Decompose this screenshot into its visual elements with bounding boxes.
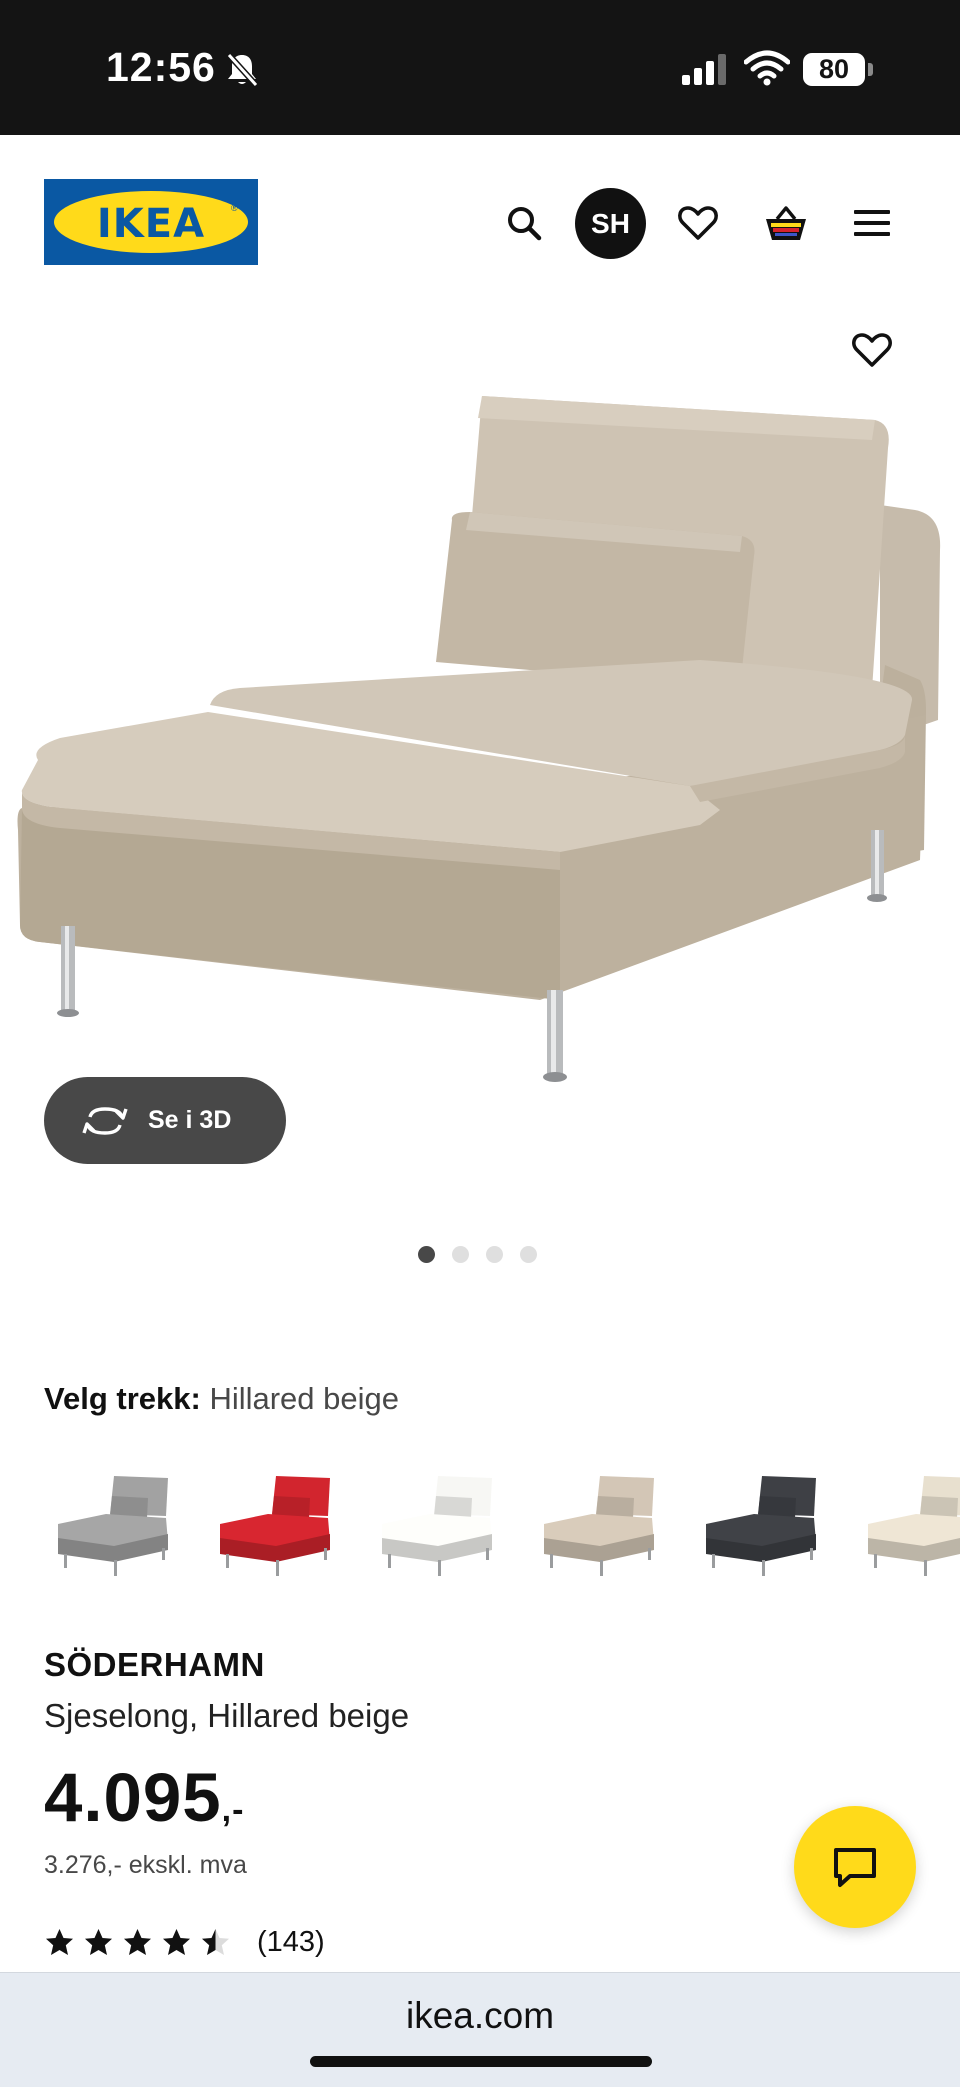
product-price: 4.095,- xyxy=(44,1758,244,1850)
logo-wordmark: IKEA xyxy=(96,201,206,247)
signal-icon xyxy=(682,54,726,85)
price-excl-vat: 3.276,- ekskl. mva xyxy=(44,1851,247,1879)
favourites-button[interactable] xyxy=(664,189,732,257)
avatar[interactable]: SH xyxy=(575,188,646,259)
product-rating[interactable]: (143) xyxy=(44,1924,325,1960)
star-icon xyxy=(85,1928,112,1955)
carousel-dot[interactable] xyxy=(452,1246,469,1263)
star-icon xyxy=(163,1928,190,1955)
registered-mark: ® xyxy=(231,203,238,213)
variant-swatches xyxy=(44,1454,960,1584)
variant-swatch-white[interactable] xyxy=(368,1454,506,1584)
battery-icon: 80 xyxy=(803,53,865,86)
home-indicator[interactable] xyxy=(310,2056,652,2067)
basket-icon xyxy=(766,206,806,240)
carousel-dot[interactable] xyxy=(418,1246,435,1263)
menu-icon xyxy=(854,210,890,236)
view-3d-button[interactable]: Se i 3D xyxy=(44,1077,286,1164)
image-carousel-dots xyxy=(418,1246,537,1264)
product-description: Sjeselong, Hillared beige xyxy=(44,1697,410,1734)
variant-swatch-grey[interactable] xyxy=(44,1454,182,1584)
variant-selector-label: Velg trekk: Hillared beige xyxy=(44,1381,399,1417)
variant-swatch-light-beige[interactable] xyxy=(854,1454,960,1584)
save-to-favourites-button[interactable] xyxy=(842,320,902,380)
chat-button[interactable] xyxy=(794,1806,916,1928)
rotate-3d-icon xyxy=(82,1106,128,1135)
search-icon xyxy=(508,207,542,241)
heart-icon xyxy=(678,206,718,240)
browser-address-bar[interactable]: ikea.com xyxy=(0,1972,960,2087)
star-icon xyxy=(202,1928,229,1955)
price-suffix: ,- xyxy=(221,1791,245,1829)
variant-label-value: Hillared beige xyxy=(209,1381,399,1416)
site-header: IKEA ® SH xyxy=(0,135,960,310)
status-bar: 12:56 80 xyxy=(0,0,960,135)
basket-button[interactable] xyxy=(752,189,820,257)
wifi-icon xyxy=(744,50,790,86)
heart-icon xyxy=(852,333,892,367)
chat-icon xyxy=(834,1848,876,1887)
bell-muted-icon xyxy=(226,52,259,88)
product-image[interactable] xyxy=(0,310,960,1110)
star-icon xyxy=(124,1928,151,1955)
search-button[interactable] xyxy=(490,189,558,257)
ikea-logo[interactable]: IKEA ® xyxy=(44,179,258,265)
variant-swatch-black[interactable] xyxy=(692,1454,830,1584)
variant-label-title: Velg trekk: xyxy=(44,1381,201,1416)
variant-swatch-red[interactable] xyxy=(206,1454,344,1584)
rating-stars xyxy=(44,1927,231,1958)
product-name: SÖDERHAMN xyxy=(44,1646,265,1683)
url-text[interactable]: ikea.com xyxy=(0,1995,960,2037)
view-3d-label: Se i 3D xyxy=(148,1106,232,1134)
carousel-dot[interactable] xyxy=(520,1246,537,1263)
carousel-dot[interactable] xyxy=(486,1246,503,1263)
rating-count: (143) xyxy=(257,1925,325,1958)
menu-button[interactable] xyxy=(838,189,906,257)
star-icon xyxy=(46,1928,73,1955)
price-value: 4.095 xyxy=(44,1759,222,1836)
variant-swatch-beige[interactable] xyxy=(530,1454,668,1584)
battery-tip xyxy=(868,63,873,76)
status-time: 12:56 xyxy=(106,44,216,90)
